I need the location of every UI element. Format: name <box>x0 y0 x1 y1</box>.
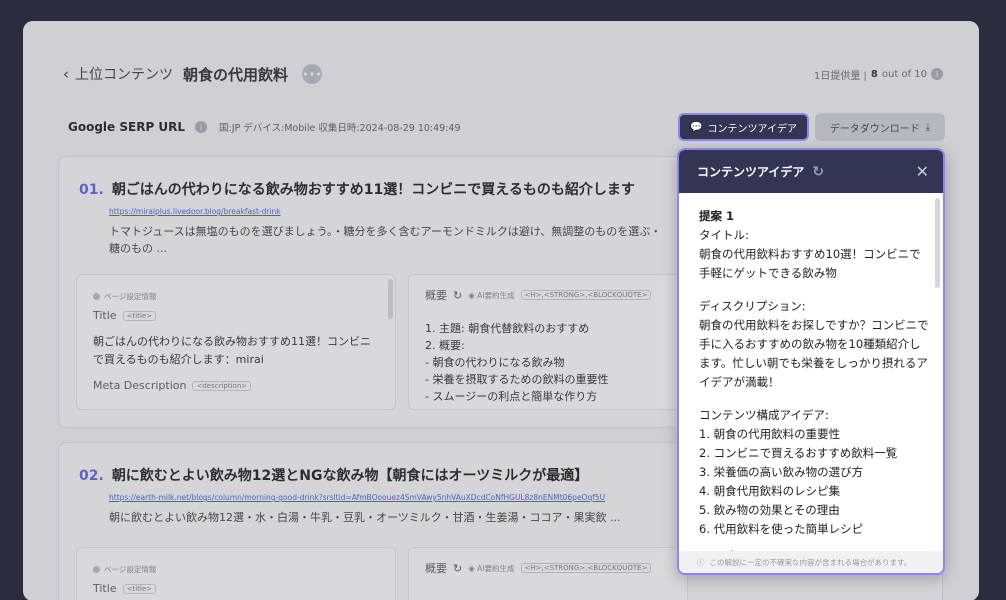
title-label: タイトル: <box>699 228 749 242</box>
structure-item: 5. 飲み物の効果とその理由 <box>699 503 840 517</box>
download-icon: ⤓ <box>925 121 931 133</box>
scrollbar[interactable] <box>388 279 393 319</box>
result-rank: 02. <box>79 468 104 484</box>
app-frame: ‹ 上位コンテンツ 朝食の代用飲料 ••• 1日提供量 | 8 out of 1… <box>0 0 1006 600</box>
more-options-icon[interactable]: ••• <box>302 64 323 84</box>
download-label: データダウンロード <box>829 123 920 135</box>
page-title-text: 朝ごはんの代わりになる飲み物おすすめ11選！コンビニで買えるものも紹介します：m… <box>93 335 371 366</box>
ai-summary-label: ◉ AI要約生成 <box>468 290 515 300</box>
content-idea-panel: コンテンツアイデア ↻ ✕ 提案 1 タイトル: 朝食の代用飲料おすすめ10選！… <box>677 148 945 575</box>
result-title[interactable]: 朝ごはんの代わりになる飲み物おすすめ11選！コンビニで買えるものも紹介します <box>112 179 635 199</box>
summary-list: 1. 主題: 朝食代替飲料のおすすめ 2. 概要: - 朝食の代わりになる飲み物… <box>425 320 608 405</box>
supply-value: 8 <box>870 68 878 80</box>
panel-header: コンテンツアイデア ↻ ✕ <box>679 150 943 193</box>
summary-box: 概要 ↻ ◉ AI要約生成 <H>,<STRONG>,<BLOCKQUOTE> … <box>408 274 688 410</box>
title-field-label: Title <title> <box>93 582 156 595</box>
summary-line: - 栄養を摂取するための飲料の重要性 <box>425 373 609 386</box>
serp-bar: Google SERP URL i 国:JP デバイス:Mobile 収集日時:… <box>68 115 943 139</box>
title-tag: <title> <box>122 583 156 594</box>
panel-footer: ⓘ この解説に一定の不確実な内容が含まれる場合があります。 <box>679 551 943 573</box>
structure-item: 4. 朝食代用飲料のレシピ集 <box>699 484 841 498</box>
result-description: 朝に飲むとよい飲み物12選・水・白湯・牛乳・豆乳・オーツミルク・甘酒・生姜湯・コ… <box>109 511 621 524</box>
summary-label: 概要 <box>425 562 447 575</box>
proposal-heading: 提案 1 <box>699 209 735 223</box>
description-label: ディスクリプション: <box>699 299 806 313</box>
status-dot-icon <box>93 566 100 573</box>
ai-tags: <H>,<STRONG>,<BLOCKQUOTE> <box>520 290 652 300</box>
breadcrumb-back[interactable]: 上位コンテンツ <box>75 64 173 84</box>
panel-scrollbar[interactable] <box>935 198 940 288</box>
chat-icon: 💬 <box>690 121 703 133</box>
result-heading: 02. 朝に飲むとよい飲み物12選とNGな飲み物【朝食にはオーツミルクが最適】 <box>79 465 588 485</box>
result-url[interactable]: https://miraiplus.livedoor.blog/breakfas… <box>109 207 281 216</box>
daily-supply: 1日提供量 | 8 out of 10 i <box>814 67 943 82</box>
result-rank: 01. <box>79 182 104 198</box>
panel-title: コンテンツアイデア <box>697 165 805 179</box>
structure-item: 3. 栄養価の高い飲み物の選び方 <box>699 465 864 479</box>
serp-meta: 国:JP デバイス:Mobile 収集日時:2024-08-29 10:49:4… <box>219 123 461 134</box>
result-heading: 01. 朝ごはんの代わりになる飲み物おすすめ11選！コンビニで買えるものも紹介し… <box>79 179 635 199</box>
disclaimer-text: この解説に一定の不確実な内容が含まれる場合があります。 <box>709 557 912 567</box>
summary-header: 概要 ↻ ◉ AI要約生成 <H>,<STRONG>,<BLOCKQUOTE> <box>425 560 652 576</box>
title-tag: <title> <box>122 310 156 321</box>
page-settings-box: ページ設定情報 Title <title> 朝ごはんの代わりになる飲み物おすすめ1… <box>76 274 396 410</box>
content-idea-button[interactable]: 💬 コンテンツアイデア <box>678 113 809 141</box>
serp-title: Google SERP URL <box>68 120 186 134</box>
ai-tags: <H>,<STRONG>,<BLOCKQUOTE> <box>520 563 652 573</box>
meta-description-label: Meta Description <description> <box>93 379 252 392</box>
description-text: 朝食の代用飲料をお探しですか？コンビニで手に入るおすすめの飲み物を10種類紹介し… <box>699 318 929 389</box>
supply-prefix: 1日提供量 | <box>814 70 867 82</box>
result-description: トマトジュースは無塩のものを選びましょう。・糖分を多く含むアーモンドミルクは避け… <box>109 225 662 255</box>
summary-line: - スムージーの利点と簡単な作り方 <box>425 390 598 403</box>
summary-line: - 朝食の代わりになる飲み物 <box>425 356 565 369</box>
title-field-label: Title <title> <box>93 309 156 322</box>
data-download-button[interactable]: データダウンロード ⤓ <box>815 113 945 141</box>
structure-item: 1. 朝食の代用飲料の重要性 <box>699 427 841 441</box>
refresh-icon[interactable]: ↻ <box>812 164 824 180</box>
page-settings-box: ページ設定情報 Title <title> <box>76 547 396 600</box>
structure-item: 2. コンビニで買えるおすすめ飲料一覧 <box>699 446 898 460</box>
result-title[interactable]: 朝に飲むとよい飲み物12選とNGな飲み物【朝食にはオーツミルクが最適】 <box>112 465 588 485</box>
page-settings-label: ページ設定情報 <box>93 564 156 575</box>
page-title: 朝食の代用飲料 <box>183 65 289 84</box>
status-dot-icon <box>93 293 100 300</box>
refresh-icon[interactable]: ↻ <box>453 562 462 575</box>
title-text: 朝食の代用飲料おすすめ10選！コンビニで手軽にゲットできる飲み物 <box>699 247 921 280</box>
serp-info-icon[interactable]: i <box>195 121 208 133</box>
structure-label: コンテンツ構成アイデア: <box>699 408 829 422</box>
info-icon[interactable]: i <box>931 68 943 80</box>
summary-box: 概要 ↻ ◉ AI要約生成 <H>,<STRONG>,<BLOCKQUOTE> <box>408 547 688 600</box>
summary-line: 2. 概要: <box>425 339 465 352</box>
page-header: ‹ 上位コンテンツ 朝食の代用飲料 ••• 1日提供量 | 8 out of 1… <box>63 61 943 87</box>
content-idea-label: コンテンツアイデア <box>707 123 797 135</box>
supply-suffix: out of 10 <box>881 68 927 80</box>
summary-line: 1. 主題: 朝食代替飲料のおすすめ <box>425 322 590 335</box>
summary-header: 概要 ↻ ◉ AI要約生成 <H>,<STRONG>,<BLOCKQUOTE> <box>425 287 652 303</box>
structure-item: 6. 代用飲料を使った簡単レシピ <box>699 522 864 536</box>
ai-summary-label: ◉ AI要約生成 <box>468 563 515 573</box>
back-chevron-icon[interactable]: ‹ <box>63 65 69 83</box>
close-icon[interactable]: ✕ <box>916 162 929 181</box>
summary-label: 概要 <box>425 289 447 302</box>
panel-body: 提案 1 タイトル: 朝食の代用飲料おすすめ10選！コンビニで手軽にゲットできる… <box>699 207 929 566</box>
result-url[interactable]: https://earth-milk.net/blogs/column/morn… <box>109 493 605 502</box>
page-settings-label: ページ設定情報 <box>93 291 156 302</box>
info-icon: ⓘ <box>697 557 705 567</box>
refresh-icon[interactable]: ↻ <box>453 289 462 302</box>
description-tag: <description> <box>192 380 252 391</box>
